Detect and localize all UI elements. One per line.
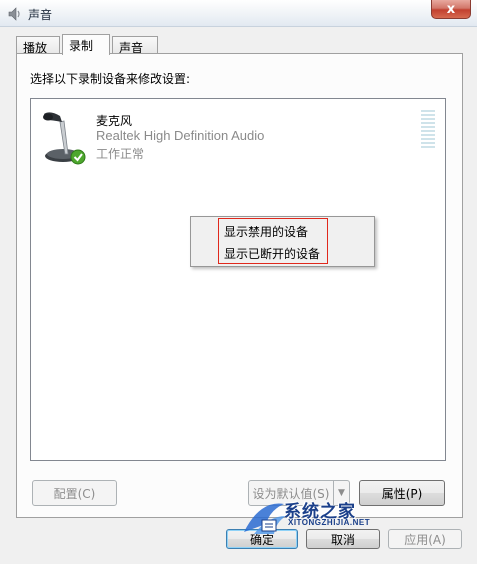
button-label: 应用(A) xyxy=(404,532,446,547)
apply-button[interactable]: 应用(A) xyxy=(388,529,462,549)
device-list[interactable] xyxy=(30,98,446,461)
watermark-subtitle: XITONGZHIJIA.NET xyxy=(288,518,371,527)
speaker-icon xyxy=(8,7,20,21)
close-button[interactable]: x xyxy=(431,0,471,19)
menu-item-show-disabled[interactable]: 显示禁用的设备 xyxy=(224,223,308,240)
instruction-text: 选择以下录制设备来修改设置: xyxy=(30,72,191,86)
device-name: 麦克风 xyxy=(96,114,133,128)
tab-label: 录制 xyxy=(69,39,94,53)
menu-item-show-disconnected[interactable]: 显示已断开的设备 xyxy=(224,245,320,262)
button-label: 配置(C) xyxy=(53,486,96,501)
configure-button[interactable]: 配置(C) xyxy=(32,480,117,506)
level-meter xyxy=(421,110,435,148)
device-status: 工作正常 xyxy=(96,147,145,161)
title-bar: 声音 x xyxy=(0,0,477,27)
close-icon: x xyxy=(446,1,456,17)
device-description: Realtek High Definition Audio xyxy=(96,128,265,143)
tab-sounds[interactable]: 声音 xyxy=(112,36,158,55)
window-title: 声音 xyxy=(28,8,53,22)
tab-playback[interactable]: 播放 xyxy=(16,36,60,55)
tab-recording[interactable]: 录制 xyxy=(62,34,110,55)
microphone-icon[interactable] xyxy=(40,108,90,166)
